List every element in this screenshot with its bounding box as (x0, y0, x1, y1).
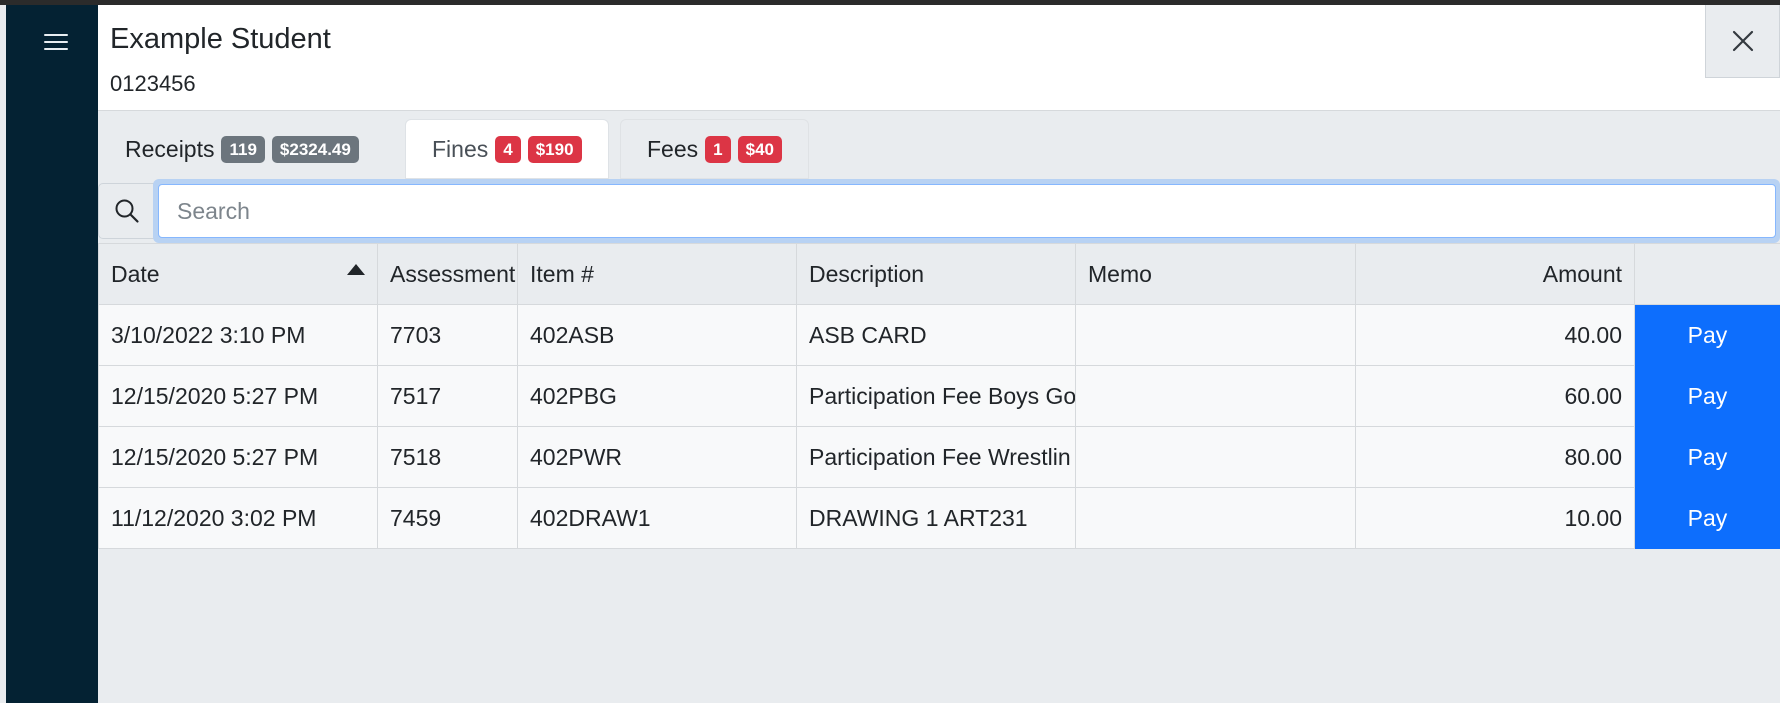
tab-bar: Receipts 119 $2324.49 Fines 4 $190 Fees … (98, 119, 1780, 179)
memo-cell (1075, 487, 1356, 549)
pay-button[interactable]: Pay (1635, 427, 1780, 487)
app-frame: Example Student 0123456 Receipts 119 $23… (0, 5, 1780, 703)
student-header: Example Student 0123456 (98, 5, 1780, 111)
date-cell: 3/10/2022 3:10 PM (98, 304, 378, 366)
column-header-date[interactable]: Date (98, 243, 378, 305)
sidebar (6, 5, 98, 703)
memo-cell (1075, 426, 1356, 488)
column-header-memo[interactable]: Memo (1075, 243, 1356, 305)
close-icon (1732, 30, 1753, 52)
search-bar (98, 179, 1780, 243)
table-row: 12/15/2020 5:27 PM 7518 402PWR Participa… (98, 426, 1780, 488)
item-cell: 402ASB (517, 304, 797, 366)
date-cell: 12/15/2020 5:27 PM (98, 365, 378, 427)
action-cell: Pay (1634, 365, 1780, 427)
amount-cell: 60.00 (1355, 365, 1635, 427)
tab-fees[interactable]: Fees 1 $40 (620, 119, 809, 179)
memo-cell (1075, 365, 1356, 427)
item-cell: 402PWR (517, 426, 797, 488)
item-cell: 402DRAW1 (517, 487, 797, 549)
action-cell: Pay (1634, 304, 1780, 366)
pay-button[interactable]: Pay (1635, 305, 1780, 365)
action-cell: Pay (1634, 487, 1780, 549)
assessment-cell: 7459 (377, 487, 518, 549)
date-cell: 12/15/2020 5:27 PM (98, 426, 378, 488)
assessment-cell: 7517 (377, 365, 518, 427)
tab-receipts[interactable]: Receipts 119 $2324.49 (98, 119, 386, 179)
pay-button[interactable]: Pay (1635, 366, 1780, 426)
column-header-assessment[interactable]: Assessment (377, 243, 518, 305)
amount-badge: $2324.49 (271, 135, 359, 163)
column-label: Date (111, 260, 160, 287)
table-header-row: Date Assessment Item # Description Memo … (98, 243, 1780, 305)
amount-cell: 80.00 (1355, 426, 1635, 488)
search-addon (98, 183, 156, 239)
student-id: 0123456 (110, 71, 196, 96)
count-badge: 119 (221, 135, 265, 163)
assessment-cell: 7703 (377, 304, 518, 366)
item-cell: 402PBG (517, 365, 797, 427)
table-row: 3/10/2022 3:10 PM 7703 402ASB ASB CARD 4… (98, 304, 1780, 366)
count-badge: 1 (705, 135, 731, 163)
assessment-cell: 7518 (377, 426, 518, 488)
tab-label: Receipts (125, 135, 215, 162)
close-button[interactable] (1705, 5, 1780, 78)
description-cell: Participation Fee Wrestlin (796, 426, 1076, 488)
memo-cell (1075, 304, 1356, 366)
tab-label: Fees (647, 135, 699, 162)
fines-table: Date Assessment Item # Description Memo … (98, 243, 1780, 549)
column-header-action (1634, 243, 1780, 305)
student-name: Example Student (110, 23, 331, 55)
hamburger-icon[interactable] (44, 31, 68, 53)
search-input[interactable] (158, 184, 1776, 238)
search-icon (115, 199, 139, 223)
description-cell: Participation Fee Boys Go (796, 365, 1076, 427)
amount-badge: $190 (527, 135, 582, 163)
amount-cell: 40.00 (1355, 304, 1635, 366)
count-badge: 4 (495, 135, 521, 163)
main-panel: Example Student 0123456 Receipts 119 $23… (98, 5, 1780, 703)
tab-label: Fines (432, 135, 489, 162)
column-header-description[interactable]: Description (796, 243, 1076, 305)
table-row: 12/15/2020 5:27 PM 7517 402PBG Participa… (98, 365, 1780, 427)
amount-badge: $40 (737, 135, 782, 163)
tab-fines[interactable]: Fines 4 $190 (405, 119, 609, 179)
column-header-amount[interactable]: Amount (1355, 243, 1635, 305)
sort-up-icon (347, 263, 365, 275)
table-row: 11/12/2020 3:02 PM 7459 402DRAW1 DRAWING… (98, 487, 1780, 549)
date-cell: 11/12/2020 3:02 PM (98, 487, 378, 549)
action-cell: Pay (1634, 426, 1780, 488)
description-cell: DRAWING 1 ART231 (796, 487, 1076, 549)
amount-cell: 10.00 (1355, 487, 1635, 549)
column-header-item[interactable]: Item # (517, 243, 797, 305)
pay-button[interactable]: Pay (1635, 488, 1780, 548)
description-cell: ASB CARD (796, 304, 1076, 366)
